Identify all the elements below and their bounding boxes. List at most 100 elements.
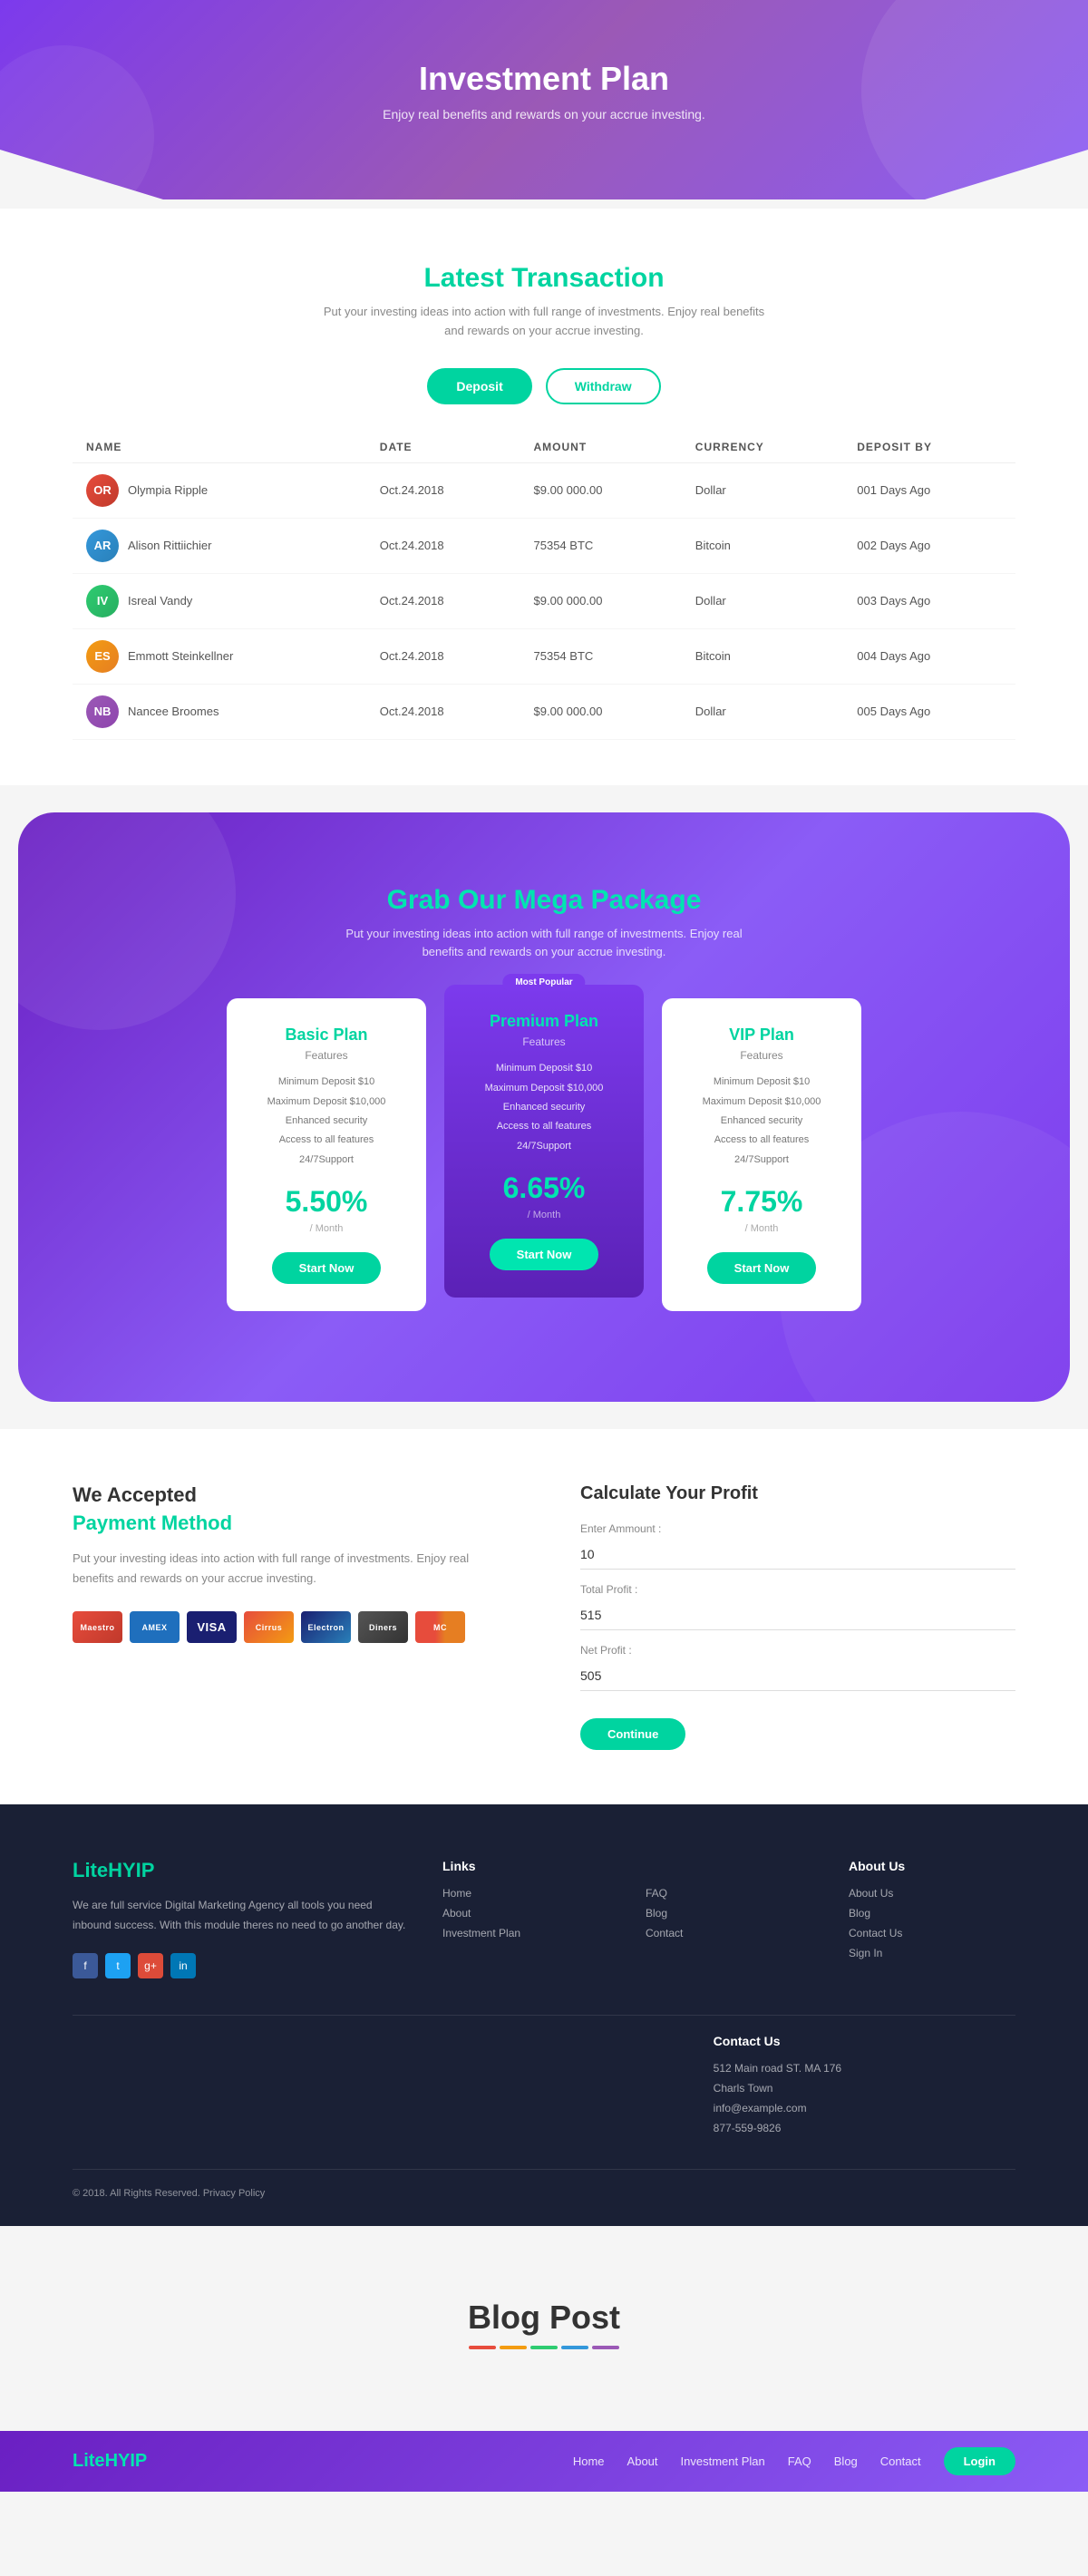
plan-feature: Maximum Deposit $10,000 (467, 1082, 621, 1095)
avatar: IV (86, 585, 119, 617)
plan-feature: Access to all features (685, 1133, 839, 1147)
footer-about-us-link[interactable]: About Us (849, 1887, 1015, 1900)
table-row: NB Nancee Broomes Oct.24.2018 $9.00 000.… (73, 684, 1015, 739)
footer-contact-us-link[interactable]: Contact Us (849, 1927, 1015, 1939)
row-date: Oct.24.2018 (366, 462, 520, 518)
footer-link-about[interactable]: About (442, 1907, 609, 1920)
table-row: ES Emmott Steinkellner Oct.24.2018 75354… (73, 628, 1015, 684)
social-icons: f t g+ in (73, 1953, 406, 1978)
footer-links-title: Links (442, 1859, 609, 1873)
payment-logo: Cirrus (244, 1611, 294, 1643)
start-now-button[interactable]: Start Now (490, 1239, 599, 1270)
col-currency: CURRENCY (682, 432, 843, 463)
mega-title-highlight: Mega Package (514, 885, 702, 915)
nav-about[interactable]: About (627, 2454, 658, 2468)
footer-phone: 877-559-9826 (714, 2122, 1015, 2134)
nav-faq[interactable]: FAQ (788, 2454, 811, 2468)
footer-email: info@example.com (714, 2102, 1015, 2114)
payment-logo: Diners (358, 1611, 408, 1643)
plan-feature: Maximum Deposit $10,000 (685, 1095, 839, 1109)
footer-blog-link[interactable]: Blog (849, 1907, 1015, 1920)
user-name: Nancee Broomes (128, 705, 219, 718)
mega-package-section: Grab Our Mega Package Put your investing… (18, 812, 1070, 1403)
nav-home[interactable]: Home (573, 2454, 605, 2468)
login-button[interactable]: Login (944, 2447, 1015, 2475)
footer-signin-link[interactable]: Sign In (849, 1947, 1015, 1959)
row-deposit-by: 003 Days Ago (843, 573, 1015, 628)
net-profit-field: Net Profit : (580, 1644, 1015, 1691)
row-deposit-by: 004 Days Ago (843, 628, 1015, 684)
nav-blog[interactable]: Blog (834, 2454, 858, 2468)
nav-investment[interactable]: Investment Plan (681, 2454, 765, 2468)
nav-logo-hyip: HYIP (105, 2451, 148, 2471)
footer-logo-lite: Lite (73, 1859, 108, 1881)
plan-card: Basic Plan Features Minimum Deposit $10M… (227, 998, 426, 1311)
total-profit-input[interactable] (580, 1600, 1015, 1630)
avatar: OR (86, 474, 119, 507)
footer-logo: LiteHYIP (73, 1859, 406, 1882)
plan-rate: 7.75% (685, 1185, 839, 1219)
plan-features-label: Features (685, 1049, 839, 1062)
row-currency: Dollar (682, 684, 843, 739)
footer-link-investment[interactable]: Investment Plan (442, 1927, 609, 1939)
googleplus-icon[interactable]: g+ (138, 1953, 163, 1978)
start-now-button[interactable]: Start Now (272, 1252, 382, 1284)
plan-feature: 24/7Support (467, 1140, 621, 1153)
user-name: Emmott Steinkellner (128, 649, 233, 663)
payment-desc: Put your investing ideas into action wit… (73, 1549, 508, 1589)
row-currency: Bitcoin (682, 628, 843, 684)
footer: LiteHYIP We are full service Digital Mar… (0, 1804, 1088, 2226)
col-deposit-by: DEPOSIT BY (843, 432, 1015, 463)
net-profit-input[interactable] (580, 1661, 1015, 1691)
row-amount: $9.00 000.00 (520, 462, 682, 518)
linkedin-icon[interactable]: in (170, 1953, 196, 1978)
footer-link-blog[interactable]: Blog (646, 1907, 812, 1920)
footer-about-col: LiteHYIP We are full service Digital Mar… (73, 1859, 406, 1978)
plan-rate-period: / Month (685, 1223, 839, 1234)
withdraw-tab[interactable]: Withdraw (546, 368, 661, 404)
twitter-icon[interactable]: t (105, 1953, 131, 1978)
table-row: OR Olympia Ripple Oct.24.2018 $9.00 000.… (73, 462, 1015, 518)
mega-title-text: Grab Our (387, 885, 514, 915)
table-row: AR Alison Rittiichier Oct.24.2018 75354 … (73, 518, 1015, 573)
plan-card: VIP Plan Features Minimum Deposit $10Max… (662, 998, 861, 1311)
mega-desc: Put your investing ideas into action wit… (326, 925, 762, 963)
table-row: IV Isreal Vandy Oct.24.2018 $9.00 000.00… (73, 573, 1015, 628)
continue-button[interactable]: Continue (580, 1718, 685, 1750)
transaction-title-highlight: Transaction (511, 263, 664, 293)
underline-green (530, 2346, 558, 2349)
footer-address: 512 Main road ST. MA 176 (714, 2062, 1015, 2075)
row-amount: $9.00 000.00 (520, 684, 682, 739)
payment-logo: AMEX (130, 1611, 180, 1643)
underline-red (469, 2346, 496, 2349)
table-header-row: NAME DATE AMOUNT CURRENCY DEPOSIT BY (73, 432, 1015, 463)
facebook-icon[interactable]: f (73, 1953, 98, 1978)
payment-logo: Electron (301, 1611, 351, 1643)
row-currency: Dollar (682, 462, 843, 518)
nav-contact[interactable]: Contact (880, 2454, 921, 2468)
footer-link-contact[interactable]: Contact (646, 1927, 812, 1939)
row-date: Oct.24.2018 (366, 684, 520, 739)
plan-features-label: Features (467, 1035, 621, 1048)
payment-left: We Accepted Payment Method Put your inve… (73, 1483, 508, 1750)
plan-feature: Maximum Deposit $10,000 (249, 1095, 403, 1109)
col-amount: AMOUNT (520, 432, 682, 463)
plan-name: Basic Plan (249, 1026, 403, 1045)
footer-links-title2: _ (646, 1859, 812, 1873)
footer-link-faq[interactable]: FAQ (646, 1887, 812, 1900)
row-deposit-by: 002 Days Ago (843, 518, 1015, 573)
enter-amount-input[interactable] (580, 1540, 1015, 1570)
footer-contact-row: Contact Us 512 Main road ST. MA 176 Char… (73, 2015, 1015, 2142)
deposit-tab[interactable]: Deposit (427, 368, 531, 404)
user-name: Olympia Ripple (128, 483, 208, 497)
calculator-panel: Calculate Your Profit Enter Ammount : To… (580, 1483, 1015, 1750)
plan-rate-period: / Month (249, 1223, 403, 1234)
blog-underline (73, 2346, 1015, 2349)
transaction-section: Latest Transaction Put your investing id… (0, 209, 1088, 785)
footer-link-home[interactable]: Home (442, 1887, 609, 1900)
start-now-button[interactable]: Start Now (707, 1252, 817, 1284)
footer-city: Charls Town (714, 2082, 1015, 2095)
footer-links-col2: _ FAQ Blog Contact (646, 1859, 812, 1978)
hero-subtitle: Enjoy real benefits and rewards on your … (383, 107, 705, 122)
footer-logo-hyip: HYIP (108, 1859, 154, 1881)
